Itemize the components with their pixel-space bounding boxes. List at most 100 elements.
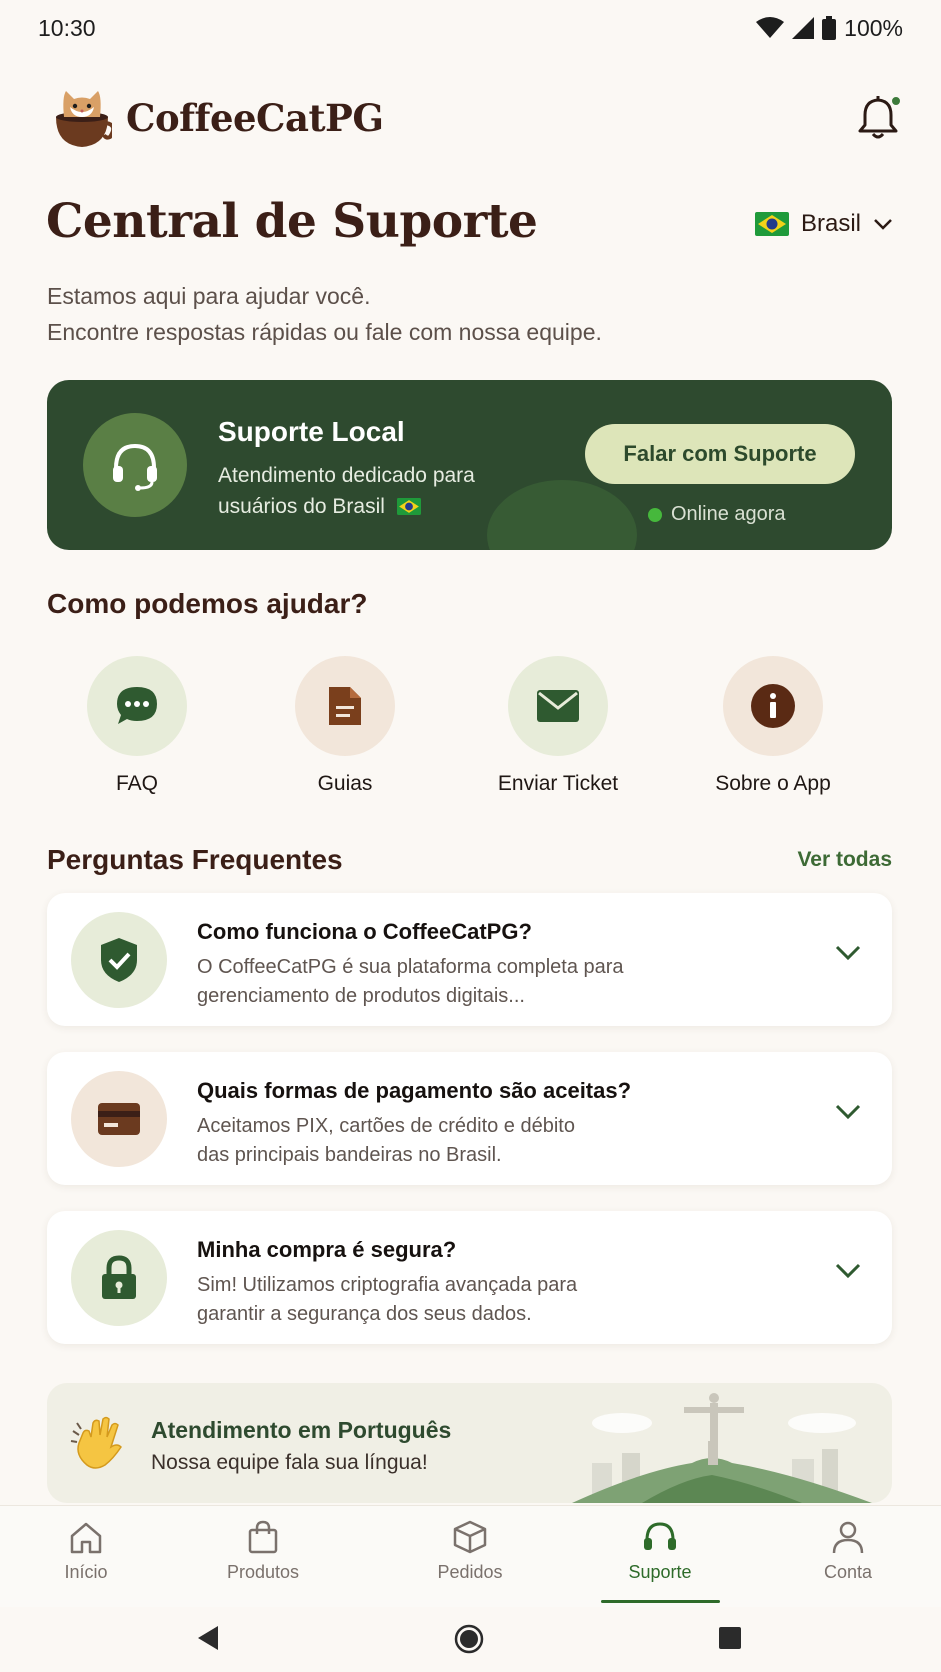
app-name: CoffeeCatPG xyxy=(126,96,384,140)
support-desc-line-1: Atendimento dedicado para xyxy=(218,464,475,487)
nav-item-support[interactable]: Suporte xyxy=(595,1520,725,1583)
faq-answer: Sim! Utilizamos criptografia avançada pa… xyxy=(197,1271,717,1329)
faq-question: Como funciona o CoffeeCatPG? xyxy=(197,919,532,944)
headset-icon xyxy=(644,1522,676,1550)
faq-answer-line: Aceitamos PIX, cartões de crédito e débi… xyxy=(197,1115,575,1137)
help-item-send-ticket[interactable]: Enviar Ticket xyxy=(458,656,658,796)
faq-answer-line: garantir a segurança dos seus dados. xyxy=(197,1303,532,1325)
faq-answer: Aceitamos PIX, cartões de crédito e débi… xyxy=(197,1112,717,1170)
coffee-cat-logo-icon xyxy=(56,91,112,147)
document-icon xyxy=(329,687,361,725)
page-title: Central de Suporte xyxy=(46,194,538,249)
faq-item[interactable]: Como funciona o CoffeeCatPG? O CoffeeCat… xyxy=(47,893,892,1026)
recents-icon[interactable] xyxy=(718,1626,742,1650)
help-item-about-app[interactable]: Sobre o App xyxy=(673,656,873,796)
signal-icon xyxy=(792,17,815,39)
see-all-link[interactable]: Ver todas xyxy=(797,848,892,872)
envelope-icon xyxy=(537,690,579,722)
chat-bubble-icon xyxy=(117,687,157,724)
user-icon xyxy=(832,1521,864,1554)
nav-item-account[interactable]: Conta xyxy=(783,1520,913,1583)
chevron-down-icon[interactable] xyxy=(834,943,862,963)
help-item-label: Sobre o App xyxy=(715,772,831,795)
local-support-card: Suporte Local Atendimento dedicado para … xyxy=(47,380,892,550)
faq-answer: O CoffeeCatPG é sua plataforma completa … xyxy=(197,953,717,1011)
help-item-label: Enviar Ticket xyxy=(497,772,619,795)
status-time: 10:30 xyxy=(38,14,96,41)
support-desc-line-2-row: usuários do Brasil xyxy=(218,491,518,522)
faq-answer-line: das principais bandeiras no Brasil. xyxy=(197,1144,502,1166)
home-icon xyxy=(70,1522,102,1554)
faq-item[interactable]: Quais formas de pagamento são aceitas? A… xyxy=(47,1052,892,1185)
faq-answer-line: gerenciamento de produtos digitais... xyxy=(197,985,525,1007)
nav-label: Pedidos xyxy=(437,1562,503,1582)
help-section-title: Como podemos ajudar? xyxy=(47,588,368,619)
support-desc-line-2: usuários do Brasil xyxy=(218,495,385,518)
nav-label: Início xyxy=(64,1562,108,1582)
support-card-title: Suporte Local xyxy=(218,416,405,447)
brazil-flag-icon xyxy=(396,498,421,515)
status-icons: 100% xyxy=(756,15,903,42)
waving-hand-icon xyxy=(70,1416,122,1469)
faq-question: Quais formas de pagamento são aceitas? xyxy=(197,1078,632,1103)
app-header: CoffeeCatPG xyxy=(52,78,902,158)
lock-icon xyxy=(102,1255,136,1299)
faq-answer-line: O CoffeeCatPG é sua plataforma completa … xyxy=(197,956,624,978)
faq-icon-circle xyxy=(71,912,167,1008)
brand[interactable]: CoffeeCatPG xyxy=(52,87,384,149)
help-item-label: Guias xyxy=(317,772,373,795)
faq-icon-circle xyxy=(71,1071,167,1167)
online-status-label: Online agora xyxy=(671,503,786,525)
brazil-flag-icon xyxy=(754,212,789,236)
page-subtitle: Estamos aqui para ajudar você. Encontre … xyxy=(47,278,602,350)
nav-item-orders[interactable]: Pedidos xyxy=(405,1520,535,1583)
support-icon-circle xyxy=(83,413,187,517)
help-options: FAQ Guias Enviar Ticket Sobre o App xyxy=(47,656,892,796)
subtitle-line-2: Encontre respostas rápidas ou fale com n… xyxy=(47,319,602,345)
status-bar: 10:30 100% xyxy=(0,0,941,56)
headset-icon xyxy=(113,443,157,491)
country-label: Brasil xyxy=(800,210,861,237)
portuguese-support-banner: Atendimento em Português Nossa equipe fa… xyxy=(47,1383,892,1503)
help-icon-circle xyxy=(723,656,823,756)
notifications-button[interactable] xyxy=(856,95,902,141)
wifi-icon xyxy=(756,17,785,38)
notification-dot xyxy=(890,95,902,107)
credit-card-icon xyxy=(98,1103,140,1135)
faq-item[interactable]: Minha compra é segura? Sim! Utilizamos c… xyxy=(47,1211,892,1344)
battery-icon xyxy=(822,16,837,40)
faq-icon-circle xyxy=(71,1230,167,1326)
help-item-guides[interactable]: Guias xyxy=(245,656,445,796)
help-icon-circle xyxy=(87,656,187,756)
chevron-down-icon[interactable] xyxy=(834,1261,862,1281)
shopping-bag-icon xyxy=(248,1520,278,1554)
country-selector[interactable]: Brasil xyxy=(754,210,893,238)
active-tab-indicator xyxy=(601,1600,720,1603)
talk-to-support-button[interactable]: Falar com Suporte xyxy=(585,424,855,484)
help-icon-circle xyxy=(295,656,395,756)
banner-title: Atendimento em Português xyxy=(151,1417,452,1443)
battery-level: 100% xyxy=(844,14,903,41)
faq-question: Minha compra é segura? xyxy=(197,1237,457,1262)
banner-subtitle: Nossa equipe fala sua língua! xyxy=(151,1451,428,1474)
nav-item-home[interactable]: Início xyxy=(21,1520,151,1583)
nav-label: Suporte xyxy=(628,1562,692,1582)
support-card-description: Atendimento dedicado para usuários do Br… xyxy=(218,460,518,522)
online-dot xyxy=(648,507,662,522)
faq-section-title: Perguntas Frequentes xyxy=(47,844,343,875)
bottom-navigation: Início Produtos Pedidos Suporte Conta xyxy=(0,1505,941,1607)
nav-item-products[interactable]: Produtos xyxy=(198,1520,328,1583)
chevron-down-icon[interactable] xyxy=(834,1102,862,1122)
nav-label: Conta xyxy=(823,1562,873,1582)
christ-the-redeemer-illustration-icon xyxy=(572,1393,872,1503)
chevron-down-icon xyxy=(874,219,892,230)
system-navigation-bar xyxy=(0,1607,941,1672)
help-icon-circle xyxy=(508,656,608,756)
home-circle-icon[interactable] xyxy=(454,1624,484,1654)
help-item-label: FAQ xyxy=(115,772,158,795)
subtitle-line-1: Estamos aqui para ajudar você. xyxy=(47,283,371,309)
info-icon xyxy=(751,684,795,728)
back-icon[interactable] xyxy=(196,1625,220,1651)
help-item-faq[interactable]: FAQ xyxy=(37,656,237,796)
box-icon xyxy=(453,1520,487,1554)
